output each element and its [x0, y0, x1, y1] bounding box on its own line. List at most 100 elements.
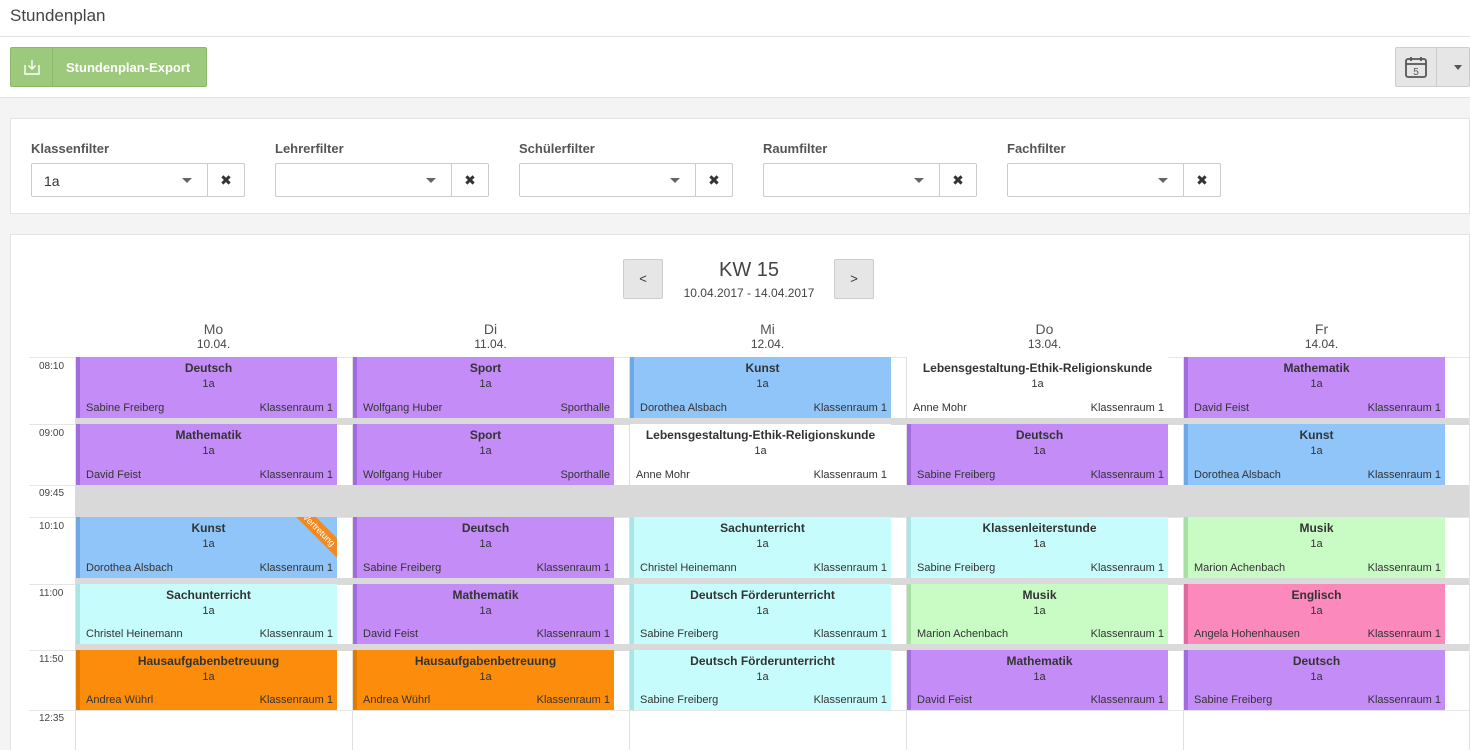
lesson-card[interactable]: Musik 1a Marion Achenbach Klassenraum 1 — [1184, 517, 1445, 578]
clear-filter-button[interactable]: ✖ — [207, 163, 245, 197]
lesson-subject: Sport — [469, 428, 502, 442]
lesson-room: Klassenraum 1 — [1090, 562, 1164, 574]
chevron-down-icon — [670, 178, 680, 183]
lesson-teacher: David Feist — [917, 694, 973, 706]
lesson-class: 1a — [756, 378, 769, 390]
lesson-room: Klassenraum 1 — [1090, 628, 1164, 640]
lesson-room: Klassenraum 1 — [259, 562, 333, 574]
lesson-subject: Deutsch — [1292, 654, 1341, 668]
lesson-card[interactable]: Sport 1a Wolfgang Huber Sporthalle — [353, 424, 614, 485]
lesson-card[interactable]: Musik 1a Marion Achenbach Klassenraum 1 — [907, 584, 1168, 644]
lesson-class: 1a — [1033, 538, 1046, 550]
lesson-room: Klassenraum 1 — [259, 402, 333, 414]
lesson-card[interactable]: Deutsch Förderunterricht 1a Sabine Freiber… — [630, 584, 891, 644]
chevron-down-icon — [426, 178, 436, 183]
chevron-down-icon — [1158, 178, 1168, 183]
day-date: 11.04. — [474, 337, 507, 351]
lesson-teacher: Sabine Freiberg — [917, 469, 996, 481]
clear-filter-button[interactable]: ✖ — [1183, 163, 1221, 197]
lesson-class: 1a — [479, 538, 492, 550]
lesson-teacher: Anne Mohr — [636, 469, 690, 481]
filter-label: Raumfilter — [763, 141, 828, 156]
lesson-subject: Kunst — [745, 361, 780, 375]
lesson-subject: Deutsch Förderunterricht — [690, 588, 835, 602]
lesson-card[interactable]: Deutsch 1a Sabine Freiberg Klassenraum 1 — [907, 424, 1168, 485]
lesson-teacher: Dorothea Alsbach — [640, 402, 727, 414]
lesson-card[interactable]: Mathematik 1a David Feist Klassenraum 1 — [907, 650, 1168, 710]
lesson-subject: Mathematik — [1283, 361, 1350, 375]
lesson-class: 1a — [756, 671, 769, 683]
clear-filter-button[interactable]: ✖ — [695, 163, 733, 197]
lesson-subject: Hausaufgabenbetreuung — [137, 654, 280, 668]
clear-filter-button[interactable]: ✖ — [451, 163, 489, 197]
lesson-card[interactable]: Mathematik 1a David Feist Klassenraum 1 — [76, 424, 337, 485]
time-label: 08:10 — [39, 361, 65, 372]
lesson-card[interactable]: Deutsch 1a Sabine Freiberg Klassenraum 1 — [76, 357, 337, 418]
lesson-subject: Deutsch — [184, 361, 233, 375]
day-header: Mo 10.04. — [75, 321, 352, 351]
lesson-card[interactable]: Klassenleiterstunde 1a Sabine Freiberg Klas… — [907, 517, 1168, 578]
calendar-view-button[interactable]: 5 — [1395, 47, 1470, 87]
lesson-card[interactable]: Mathematik 1a David Feist Klassenraum 1 — [353, 584, 614, 644]
lesson-subject: Hausaufgabenbetreuung — [414, 654, 557, 668]
lesson-room: Klassenraum 1 — [813, 628, 887, 640]
lesson-class: 1a — [1310, 445, 1323, 457]
lesson-card[interactable]: Kunst 1a Dorothea Alsbach Klassenraum 1 — [1184, 424, 1445, 485]
filter-select[interactable] — [275, 163, 452, 197]
lesson-card[interactable]: Lebensgestaltung-Ethik-Religionskunde 1a A… — [907, 357, 1168, 418]
lesson-card[interactable]: Deutsch 1a Sabine Freiberg Klassenraum 1 — [353, 517, 614, 578]
lesson-subject: Deutsch — [1015, 428, 1064, 442]
close-icon: ✖ — [708, 172, 720, 188]
lesson-class: 1a — [1031, 378, 1044, 390]
lesson-card[interactable]: Kunst 1a Dorothea Alsbach Klassenraum 1 — [630, 357, 891, 418]
button-separator — [1436, 48, 1437, 86]
lesson-card[interactable]: Englisch 1a Angela Hohenhausen Klassenraum … — [1184, 584, 1445, 644]
day-name: Do — [1035, 321, 1054, 337]
lesson-teacher: Wolfgang Huber — [363, 469, 443, 481]
clear-filter-button[interactable]: ✖ — [939, 163, 977, 197]
lesson-card[interactable]: Hausaufgabenbetreuung 1a Andrea Wührl Klass… — [76, 650, 337, 710]
lesson-card[interactable]: Kunst 1a Dorothea Alsbach Klassenraum 1 Vert… — [76, 517, 337, 578]
filter-panel: Klassenfilter 1a ✖ Lehrerfilter ✖ Schülerfilt… — [10, 118, 1470, 214]
lesson-card[interactable]: Sport 1a Wolfgang Huber Sporthalle — [353, 357, 614, 418]
day-header: Mi 12.04. — [629, 321, 906, 351]
lesson-subject: Sport — [469, 361, 502, 375]
filter-select[interactable] — [763, 163, 940, 197]
lesson-card[interactable]: Hausaufgabenbetreuung 1a Andrea Wührl Klass… — [353, 650, 614, 710]
lesson-subject: Sachunterricht — [720, 521, 805, 535]
lesson-teacher: Andrea Wührl — [363, 694, 431, 706]
lesson-room: Klassenraum 1 — [259, 694, 333, 706]
lesson-class: 1a — [1033, 605, 1046, 617]
lesson-room: Klassenraum 1 — [536, 694, 610, 706]
chevron-down-icon[interactable] — [1454, 65, 1462, 70]
time-label: 09:00 — [39, 428, 65, 439]
lesson-card[interactable]: Sachunterricht 1a Christel Heinemann Klasse… — [630, 517, 891, 578]
day-name: Fr — [1314, 321, 1329, 337]
filter-select[interactable] — [1007, 163, 1184, 197]
lesson-teacher: Sabine Freiberg — [917, 562, 996, 574]
next-week-button[interactable]: > — [834, 259, 874, 299]
lesson-card[interactable]: Lebensgestaltung-Ethik-Religionskunde 1a A… — [630, 424, 891, 485]
toolbar: Stundenplan-Export 5 — [0, 37, 1470, 98]
lesson-teacher: Sabine Freiberg — [363, 562, 442, 574]
lesson-card[interactable]: Sachunterricht 1a Christel Heinemann Klasse… — [76, 584, 337, 644]
filter-select[interactable] — [519, 163, 696, 197]
lesson-room: Klassenraum 1 — [1090, 402, 1164, 414]
day-date: 10.04. — [196, 337, 231, 351]
lesson-card[interactable]: Deutsch 1a Sabine Freiberg Klassenraum 1 — [1184, 650, 1445, 710]
lesson-room: Klassenraum 1 — [1090, 469, 1164, 481]
lesson-subject: Englisch — [1291, 588, 1342, 602]
lesson-class: 1a — [754, 445, 767, 457]
lesson-card[interactable]: Mathematik 1a David Feist Klassenraum 1 — [1184, 357, 1445, 418]
lesson-class: 1a — [479, 445, 492, 457]
week-title: KW 15 — [718, 259, 780, 281]
lesson-teacher: Dorothea Alsbach — [86, 562, 173, 574]
time-row-line — [29, 710, 1469, 711]
lesson-room: Klassenraum 1 — [813, 562, 887, 574]
day-header: Do 13.04. — [906, 321, 1183, 351]
lesson-card[interactable]: Deutsch Förderunterricht 1a Sabine Freiber… — [630, 650, 891, 710]
export-button[interactable]: Stundenplan-Export — [10, 47, 207, 87]
filter-select[interactable]: 1a — [31, 163, 208, 197]
chevron-down-icon — [914, 178, 924, 183]
lesson-class: 1a — [1310, 378, 1323, 390]
